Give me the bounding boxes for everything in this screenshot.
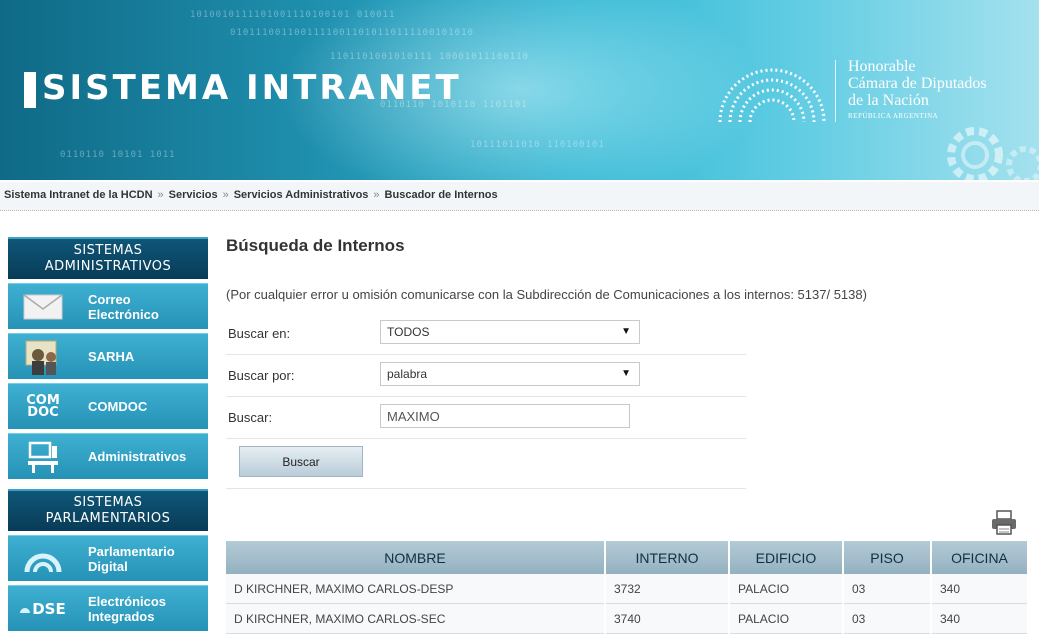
sidebar-heading-line: PARLAMENTARIOS (45, 511, 171, 526)
form-row-buscar-por: Buscar por: palabra ▼ (226, 354, 746, 397)
form-row-buscar: Buscar: (226, 396, 746, 439)
cell-piso: 03 (843, 574, 932, 604)
cell-nombre: D KIRCHNER, MAXIMO CARLOS-SEC (226, 603, 606, 634)
logo-line: Honorable (848, 58, 916, 75)
main-content: Búsqueda de Internos (Por cualquier erro… (226, 236, 1031, 634)
sidebar-heading-line: SISTEMAS (73, 243, 143, 258)
buscar-por-value: palabra (387, 367, 428, 381)
sidebar-item-comdoc[interactable]: COM DOC COMDOC (8, 383, 208, 429)
banner-binary-decoration: 10111011010 110100101 (470, 140, 605, 150)
dse-icon-text: DSE (32, 599, 66, 618)
comdoc-icon: COM DOC (8, 384, 78, 429)
caret-down-icon: ▼ (621, 368, 631, 379)
header-banner: 1010010111101001110100101 010011 0101110… (0, 0, 1039, 180)
search-button[interactable]: Buscar (239, 446, 363, 477)
column-header-piso[interactable]: PISO (843, 541, 932, 574)
sidebar-item-label: COMDOC (88, 399, 148, 414)
cell-piso: 03 (843, 603, 932, 634)
breadcrumb-link-servicios-administrativos[interactable]: Servicios Administrativos (234, 189, 369, 201)
sidebar-item-label: Parlamentario Digital (88, 536, 175, 581)
breadcrumb: Sistema Intranet de la HCDN » Servicios » Se… (0, 182, 1039, 211)
sidebar-item-label-line: Integrados (88, 608, 155, 624)
sidebar-item-label: SARHA (88, 349, 135, 364)
breadcrumb-link-home[interactable]: Sistema Intranet de la HCDN (0, 189, 153, 201)
breadcrumb-current: Buscador de Internos (384, 189, 498, 201)
sidebar-item-administrativos[interactable]: Administrativos (8, 433, 208, 479)
site-title: SISTEMA INTRANET (42, 68, 462, 108)
printer-icon[interactable] (990, 510, 1018, 536)
title-accent-bar (24, 72, 36, 108)
breadcrumb-separator: » (157, 189, 164, 201)
envelope-icon (8, 284, 78, 329)
sidebar: SISTEMAS ADMINISTRATIVOS Correo Electróni… (8, 237, 208, 631)
breadcrumb-separator: » (373, 189, 380, 201)
banner-binary-decoration: 1010010111101001110100101 010011 (190, 10, 396, 20)
buscar-label: Buscar: (228, 410, 273, 425)
sidebar-heading-administrativos: SISTEMAS ADMINISTRATIVOS (8, 237, 208, 279)
sidebar-item-label: Correo Electrónico (88, 284, 159, 329)
table-row: D KIRCHNER, MAXIMO CARLOS-SEC 3740 PALAC… (226, 603, 1029, 634)
column-header-edificio[interactable]: EDIFICIO (729, 541, 844, 574)
column-header-oficina[interactable]: OFICINA (931, 541, 1029, 574)
hcdn-dome-logo-icon (718, 68, 826, 123)
sidebar-item-label-line: Correo (88, 291, 131, 307)
buscar-en-value: TODOS (387, 325, 430, 339)
dome-icon (8, 536, 78, 581)
sidebar-item-label: Electrónicos Integrados (88, 586, 166, 631)
dse-icon: DSE (8, 586, 78, 631)
table-row: D KIRCHNER, MAXIMO CARLOS-DESP 3732 PALA… (226, 574, 1029, 604)
sidebar-item-correo[interactable]: Correo Electrónico (8, 283, 208, 329)
computer-icon (8, 434, 78, 479)
search-input[interactable] (380, 404, 630, 428)
buscar-por-select[interactable]: palabra ▼ (380, 362, 640, 386)
cell-oficina: 340 (931, 574, 1029, 604)
hcdn-logo-text: Honorable Cámara de Diputados de la Naci… (848, 58, 987, 125)
cell-oficina: 340 (931, 603, 1029, 634)
results-table: NOMBRE INTERNO EDIFICIO PISO OFICINA D K… (226, 541, 1029, 634)
cell-edificio: PALACIO (729, 574, 844, 604)
breadcrumb-link-servicios[interactable]: Servicios (169, 189, 218, 201)
banner-binary-decoration: 0110110 10101 1011 (60, 150, 176, 160)
logo-line: de la Nación (848, 92, 929, 109)
column-header-nombre[interactable]: NOMBRE (226, 541, 606, 574)
banner-binary-decoration: 01011100110011110011010110111100101010 (230, 28, 474, 38)
gear-decoration-icon (1006, 146, 1039, 180)
page-title: Búsqueda de Internos (226, 236, 405, 255)
cell-edificio: PALACIO (729, 603, 844, 634)
sidebar-item-parlamentario-digital[interactable]: Parlamentario Digital (8, 535, 208, 581)
sidebar-item-electronicos-integrados[interactable]: DSE Electrónicos Integrados (8, 585, 208, 631)
logo-line: Cámara de Diputados (848, 75, 987, 92)
sidebar-item-label-line: Electrónicos (88, 593, 167, 609)
sidebar-item-sarha[interactable]: SARHA (8, 333, 208, 379)
cell-nombre: D KIRCHNER, MAXIMO CARLOS-DESP (226, 574, 606, 604)
people-icon (8, 334, 78, 379)
sidebar-item-label-line: Parlamentario (88, 543, 175, 559)
logo-separator (835, 60, 836, 122)
sidebar-heading-parlamentarios: SISTEMAS PARLAMENTARIOS (8, 489, 208, 531)
banner-binary-decoration: 1101101001010111 10001011100110 (330, 52, 529, 62)
sidebar-item-label-line: Electrónico (88, 306, 159, 322)
buscar-por-label: Buscar por: (228, 368, 295, 383)
comdoc-icon-text: DOC (27, 404, 59, 420)
cell-interno: 3732 (605, 574, 730, 604)
caret-down-icon: ▼ (621, 326, 631, 337)
column-header-interno[interactable]: INTERNO (605, 541, 730, 574)
sidebar-heading-line: ADMINISTRATIVOS (44, 259, 172, 274)
form-row-buscar-en: Buscar en: TODOS ▼ (226, 312, 746, 355)
breadcrumb-separator: » (222, 189, 229, 201)
contact-note: (Por cualquier error u omisión comunicar… (226, 287, 867, 302)
sidebar-item-label: Administrativos (88, 449, 187, 464)
sidebar-heading-line: SISTEMAS (73, 495, 143, 510)
form-row-submit: Buscar (226, 436, 746, 489)
cell-interno: 3740 (605, 603, 730, 634)
buscar-en-label: Buscar en: (228, 326, 291, 341)
sidebar-item-label-line: Digital (88, 558, 128, 574)
buscar-en-select[interactable]: TODOS ▼ (380, 320, 640, 344)
table-header-row: NOMBRE INTERNO EDIFICIO PISO OFICINA (226, 541, 1029, 574)
